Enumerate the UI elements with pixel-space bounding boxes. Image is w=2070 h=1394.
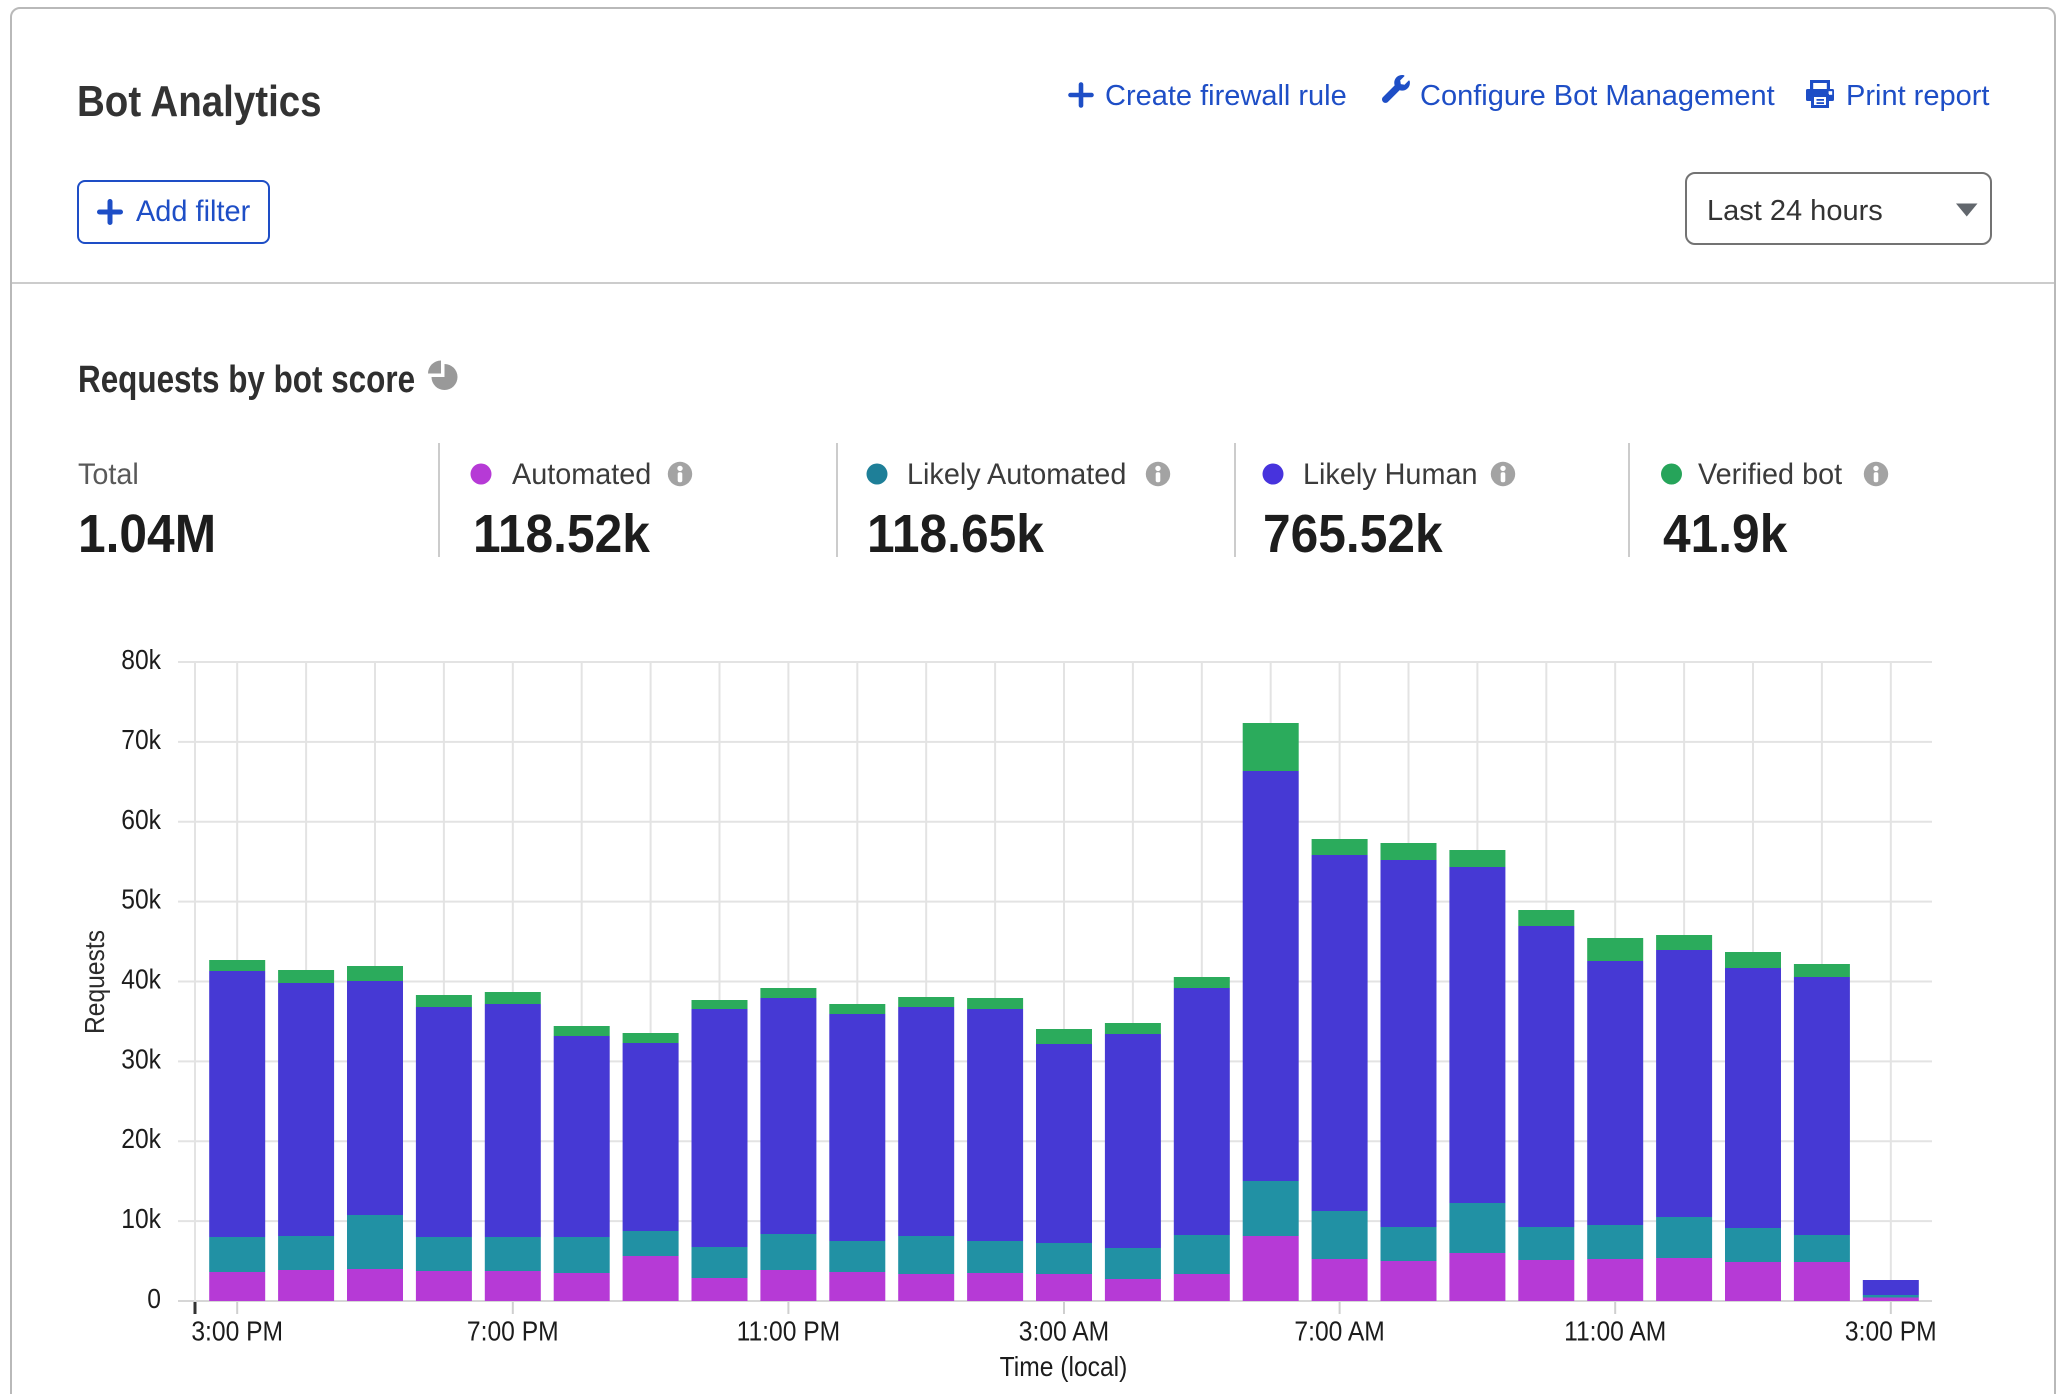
svg-text:60k: 60k	[121, 803, 161, 835]
svg-text:3:00 PM: 3:00 PM	[191, 1315, 283, 1347]
svg-text:40k: 40k	[121, 963, 161, 995]
svg-text:11:00 AM: 11:00 AM	[1564, 1315, 1666, 1347]
svg-text:7:00 PM: 7:00 PM	[467, 1315, 559, 1347]
svg-text:30k: 30k	[121, 1043, 161, 1075]
svg-text:70k: 70k	[121, 723, 161, 755]
svg-text:11:00 PM: 11:00 PM	[737, 1315, 841, 1347]
svg-text:Requests: Requests	[79, 930, 111, 1034]
svg-text:3:00 AM: 3:00 AM	[1019, 1315, 1109, 1347]
svg-text:3:00 PM: 3:00 PM	[1845, 1315, 1937, 1347]
svg-text:50k: 50k	[121, 883, 161, 915]
svg-text:10k: 10k	[121, 1203, 161, 1235]
svg-text:0: 0	[147, 1283, 161, 1315]
svg-text:20k: 20k	[121, 1123, 161, 1155]
svg-text:Time (local): Time (local)	[1000, 1351, 1128, 1383]
svg-text:7:00 AM: 7:00 AM	[1294, 1315, 1384, 1347]
svg-text:80k: 80k	[121, 644, 161, 676]
